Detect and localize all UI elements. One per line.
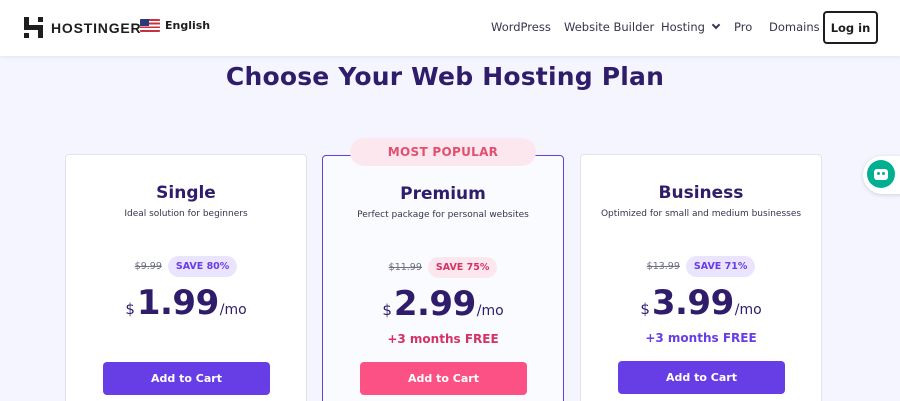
plan-description: Optimized for small and medium businesse…: [600, 209, 802, 219]
plan-name: Premium: [400, 184, 486, 204]
plan-name: Single: [156, 183, 216, 203]
currency-symbol: $: [640, 300, 650, 318]
price-period: /mo: [476, 303, 504, 319]
price-period: /mo: [734, 302, 762, 318]
plan-price: $ 3.99 /mo: [581, 283, 821, 323]
plan-price: $ 1.99 /mo: [66, 283, 306, 323]
plan-name: Business: [658, 183, 744, 203]
nav-item-website-builder[interactable]: Website Builder: [564, 20, 654, 34]
plan-card-premium: Premium Perfect package for personal web…: [322, 155, 564, 401]
us-flag-icon: [140, 19, 160, 32]
bonus-months: +3 months FREE: [645, 331, 757, 345]
plan-card-business: Business Optimized for small and medium …: [580, 154, 822, 401]
brand-name: HOSTINGER: [51, 19, 142, 36]
nav-item-domains[interactable]: Domains: [769, 20, 820, 34]
plan-card-single: Single Ideal solution for beginners $9.9…: [65, 154, 307, 401]
chat-bot-icon: [867, 160, 895, 188]
original-price: $13.99: [646, 261, 680, 272]
nav-item-wordpress[interactable]: WordPress: [491, 20, 551, 34]
currency-symbol: $: [125, 300, 135, 318]
nav-item-pro[interactable]: Pro: [734, 20, 752, 34]
discount-row: $11.99 SAVE 75%: [323, 257, 563, 278]
plan-price: $ 2.99 /mo: [323, 284, 563, 324]
save-badge: SAVE 75%: [427, 257, 498, 278]
discount-row: $13.99 SAVE 71%: [581, 256, 821, 277]
language-selector[interactable]: English: [140, 19, 210, 32]
most-popular-badge: MOST POPULAR: [350, 138, 536, 166]
add-to-cart-button-premium[interactable]: Add to Cart: [360, 362, 527, 395]
plan-description: Ideal solution for beginners: [124, 209, 248, 219]
hostinger-logo-icon: [24, 17, 43, 38]
price-amount: 3.99: [651, 283, 734, 323]
price-amount: 1.99: [136, 283, 219, 323]
page-title: Choose Your Web Hosting Plan: [225, 62, 665, 91]
top-navigation-bar: HOSTINGER English WordPress Website Buil…: [0, 0, 900, 56]
plan-description: Perfect package for personal websites: [357, 210, 529, 220]
price-amount: 2.99: [393, 284, 476, 324]
language-label: English: [165, 19, 211, 32]
original-price: $9.99: [134, 261, 162, 272]
bonus-months: +3 months FREE: [387, 332, 499, 346]
save-badge: SAVE 71%: [685, 256, 756, 277]
add-to-cart-button-single[interactable]: Add to Cart: [103, 362, 270, 395]
nav-item-hosting[interactable]: Hosting: [661, 20, 721, 34]
chevron-down-icon: [711, 20, 721, 30]
price-period: /mo: [219, 302, 247, 318]
original-price: $11.99: [388, 262, 422, 273]
save-badge: SAVE 80%: [167, 256, 238, 277]
brand-logo[interactable]: HOSTINGER: [24, 17, 141, 38]
discount-row: $9.99 SAVE 80%: [66, 256, 306, 277]
login-button[interactable]: Log in: [823, 11, 878, 44]
currency-symbol: $: [382, 301, 392, 319]
chat-widget[interactable]: [863, 156, 900, 194]
nav-item-hosting-label: Hosting: [661, 20, 705, 34]
add-to-cart-button-business[interactable]: Add to Cart: [618, 361, 785, 394]
